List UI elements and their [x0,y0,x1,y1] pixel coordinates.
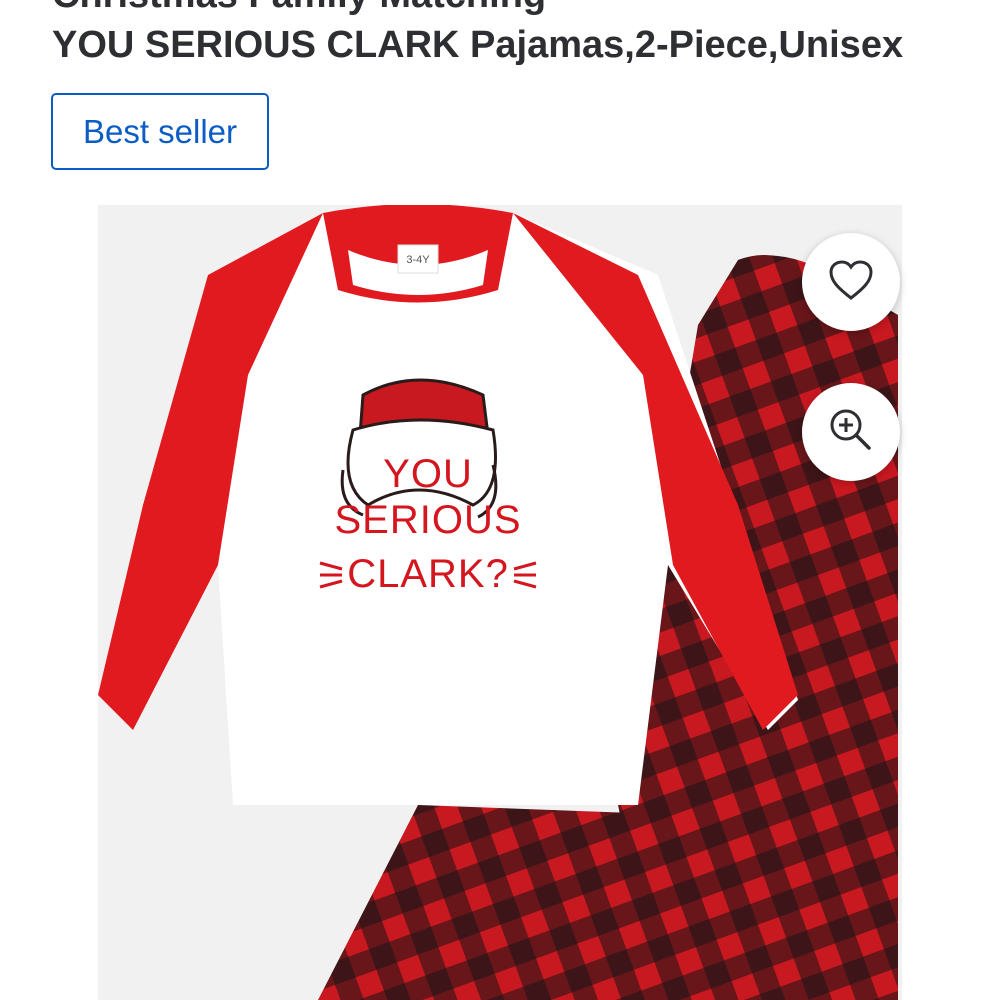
size-label: 3-4Y [406,254,430,266]
shirt-print-line-2: SERIOUS [334,498,521,542]
best-seller-badge: Best seller [51,93,269,170]
zoom-in-icon [827,406,875,459]
pajama-illustration: YOU SERIOUS CLARK? 3-4Y [98,205,898,1000]
heart-icon [828,259,874,306]
zoom-button[interactable] [802,383,900,481]
product-title: Christmas Family Matching YOU SERIOUS CL… [52,0,982,70]
product-title-line-2: YOU SERIOUS CLARK Pajamas,2-Piece,Unisex [52,24,904,66]
product-image[interactable]: YOU SERIOUS CLARK? 3-4Y [98,205,902,1000]
favorite-button[interactable] [802,233,900,331]
shirt-print-line-1: YOU [383,452,473,496]
shirt-print-line-3: CLARK? [347,552,509,596]
product-title-line-1: Christmas Family Matching [52,0,982,20]
